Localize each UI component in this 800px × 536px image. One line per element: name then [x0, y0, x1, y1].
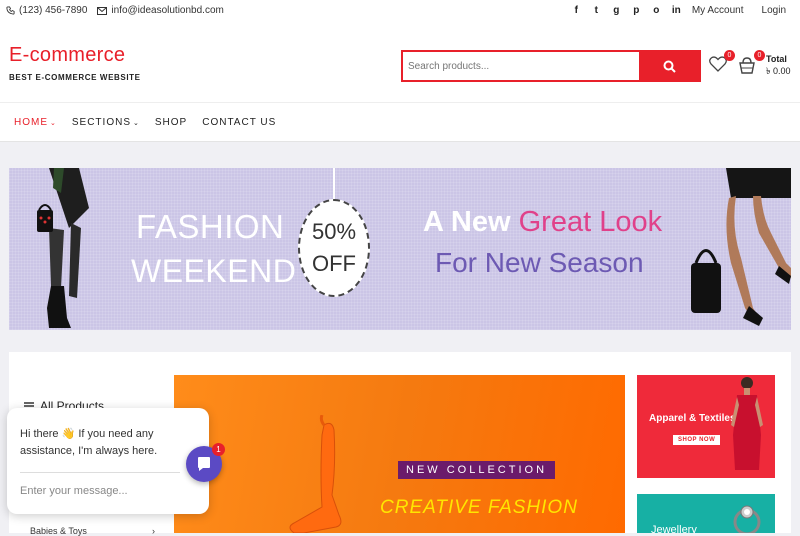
facebook-icon[interactable]: f	[571, 5, 582, 16]
promo-apparel[interactable]: Apparel & Textiles SHOP NOW	[637, 375, 775, 478]
chat-divider	[20, 472, 180, 473]
login-link[interactable]: Login	[762, 5, 786, 16]
cart-count-badge: 0	[754, 50, 765, 61]
main-navbar: HOME ⌄ SECTIONS ⌄ SHOP CONTACT US	[0, 102, 800, 142]
google-plus-icon[interactable]: g	[611, 5, 622, 16]
model-legs-right-image	[691, 168, 791, 326]
chevron-down-icon: ⌄	[50, 120, 57, 127]
mail-icon	[97, 6, 108, 15]
search-input[interactable]	[403, 52, 639, 80]
pinterest-icon[interactable]: p	[631, 5, 642, 16]
tagline-pink: Great Look	[518, 206, 663, 238]
chat-bubble-icon	[198, 457, 210, 471]
phone-icon	[6, 6, 15, 15]
banner-line-weekend: WEEKEND	[131, 253, 297, 289]
linkedin-icon[interactable]: in	[671, 5, 682, 16]
instagram-icon[interactable]: o	[651, 5, 662, 16]
cart-total-label: Total	[766, 54, 787, 64]
site-header: E-commerce BEST E-COMMERCE WEBSITE 0 0 T…	[0, 24, 800, 102]
model-legs-left-image	[37, 168, 89, 328]
category-label: Babies & Toys	[30, 526, 87, 536]
nav-item-home[interactable]: HOME ⌄	[14, 117, 57, 128]
my-account-link[interactable]: My Account	[692, 5, 744, 16]
category-item-babies[interactable]: Babies & Toys ›	[30, 526, 155, 536]
search-icon	[663, 60, 676, 73]
nav-item-home-label: HOME	[14, 117, 48, 128]
jewellery-ring-image	[733, 505, 761, 533]
chat-message-input[interactable]: Enter your message...	[20, 485, 128, 497]
discount-percent: 50%	[311, 219, 357, 244]
chevron-right-icon: ›	[152, 526, 155, 536]
cart-total: Total ৳ 0.00	[766, 53, 791, 77]
cart-icon	[739, 57, 755, 74]
wishlist-count-badge: 0	[724, 50, 735, 61]
social-links: f t g p o in	[571, 5, 682, 16]
discount-badge: 50% OFF	[298, 199, 370, 297]
nav-item-sections[interactable]: SECTIONS ⌄	[72, 117, 140, 128]
chevron-down-icon: ⌄	[133, 120, 140, 127]
cart-button[interactable]: 0	[737, 50, 765, 78]
tagline-white: A New	[423, 206, 519, 238]
banner-subtagline: For New Season	[435, 247, 644, 278]
creative-fashion-label: CREATIVE FASHION	[380, 497, 578, 518]
nav-item-sections-label: SECTIONS	[71, 117, 131, 128]
email-info[interactable]: info@ideasolutionbd.com	[97, 5, 224, 16]
discount-tag-string	[333, 168, 335, 201]
twitter-icon[interactable]: t	[591, 5, 602, 16]
nav-item-shop[interactable]: SHOP	[155, 117, 187, 128]
new-collection-label: NEW COLLECTION	[398, 461, 556, 479]
chat-greeting: Hi there 👋 If you need any assistance, I…	[20, 428, 158, 457]
shop-now-button[interactable]: SHOP NOW	[673, 435, 721, 445]
banner-line-fashion: FASHION	[136, 208, 285, 245]
cart-total-value: ৳ 0.00	[766, 66, 791, 76]
fashion-weekend-banner[interactable]: FASHION WEEKEND 50% OFF A New Great Look…	[9, 168, 791, 330]
hero-slider[interactable]: NEW COLLECTION CREATIVE FASHION	[174, 375, 625, 533]
red-dress-model-image	[731, 377, 763, 470]
orange-heel-image	[289, 415, 342, 533]
discount-off: OFF	[312, 251, 356, 276]
banner-tagline: A New Great Look	[423, 206, 662, 239]
nav-item-contact[interactable]: CONTACT US	[202, 117, 276, 128]
promo-jewellery[interactable]: Jewellery	[637, 494, 775, 533]
promo-apparel-title: Apparel & Textiles	[649, 413, 736, 424]
search-bar	[401, 50, 701, 82]
chat-popup: Hi there 👋 If you need any assistance, I…	[7, 408, 209, 514]
email-address: info@ideasolutionbd.com	[111, 5, 224, 16]
promo-jewellery-title: Jewellery	[651, 524, 697, 533]
logo-title[interactable]: E-commerce	[9, 44, 125, 67]
phone-info: (123) 456-7890	[6, 5, 87, 16]
search-button[interactable]	[639, 52, 699, 80]
logo-subtitle: BEST E-COMMERCE WEBSITE	[9, 73, 141, 82]
wishlist-button[interactable]: 0	[709, 50, 735, 76]
top-bar: (123) 456-7890 info@ideasolutionbd.com f…	[0, 0, 800, 24]
chat-unread-badge: 1	[212, 443, 225, 456]
phone-number: (123) 456-7890	[19, 5, 88, 16]
